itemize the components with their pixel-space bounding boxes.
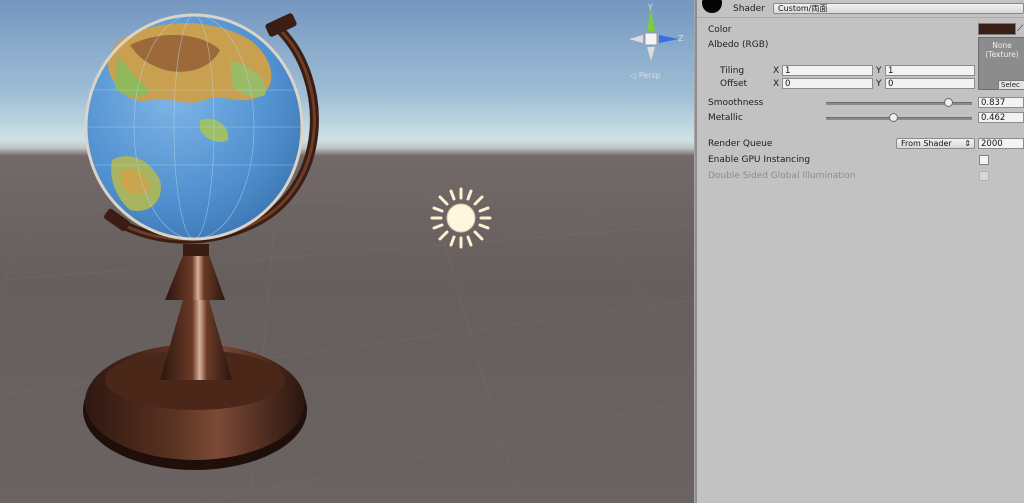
smoothness-slider-handle[interactable] [944, 98, 954, 107]
shader-header: Shader Custom/両面 [697, 0, 1024, 18]
smoothness-label: Smoothness [708, 98, 764, 108]
material-inspector: Shader Custom/両面 Color ⟋ Albedo (RGB) No… [697, 0, 1024, 503]
metallic-label: Metallic [708, 113, 743, 123]
smoothness-value: 0.837 [981, 98, 1006, 108]
orientation-gizmo[interactable] [629, 9, 679, 61]
metallic-slider-handle[interactable] [889, 113, 899, 122]
scene-view[interactable]: Y Z ◁ Persp [0, 0, 694, 503]
offset-x-field[interactable]: 0 [782, 78, 873, 89]
metallic-value: 0.462 [981, 113, 1006, 123]
shader-label: Shader [733, 4, 765, 14]
projection-mode-label[interactable]: ◁ Persp [630, 71, 661, 80]
material-preview-ball [702, 0, 722, 13]
tiling-label: Tiling [720, 66, 745, 76]
scene-canvas[interactable] [0, 0, 694, 503]
eyedropper-icon[interactable]: ⟋ [1017, 24, 1023, 34]
color-swatch[interactable] [978, 23, 1016, 35]
offset-y-label: Y [876, 79, 882, 89]
tiling-x-label: X [773, 66, 780, 76]
directional-light-icon[interactable] [430, 187, 492, 249]
smoothness-field[interactable]: 0.837 [978, 97, 1024, 108]
render-queue-value: 2000 [981, 139, 1003, 149]
shader-dropdown-value: Custom/両面 [778, 4, 828, 13]
offset-x-label: X [773, 79, 780, 89]
shader-dropdown[interactable]: Custom/両面 [773, 3, 1024, 14]
color-label: Color [708, 25, 732, 35]
tiling-y-label: Y [876, 66, 882, 76]
render-queue-dropdown-value: From Shader [901, 139, 952, 148]
texture-select-button[interactable]: Selec [998, 80, 1024, 90]
double-sided-gi-label: Double Sided Global Illumination [708, 171, 856, 181]
double-sided-gi-checkbox[interactable] [979, 171, 989, 181]
tiling-y-field[interactable]: 1 [885, 65, 975, 76]
dropdown-arrows-icon: ⇕ [964, 139, 971, 148]
gpu-instancing-label: Enable GPU Instancing [708, 155, 811, 165]
globe-model[interactable] [83, 12, 319, 470]
offset-x-value: 0 [785, 79, 791, 89]
gpu-instancing-checkbox[interactable] [979, 155, 989, 165]
render-queue-dropdown[interactable]: From Shader ⇕ [896, 138, 975, 149]
gizmo-y-label: Y [648, 3, 653, 12]
render-queue-label: Render Queue [708, 139, 773, 149]
metallic-slider[interactable] [826, 117, 972, 120]
ground-grid [0, 159, 694, 503]
texture-slot-text: None (Texture) [985, 41, 1019, 59]
tiling-x-field[interactable]: 1 [782, 65, 873, 76]
albedo-label: Albedo (RGB) [708, 40, 769, 50]
tiling-x-value: 1 [785, 66, 791, 76]
offset-y-field[interactable]: 0 [885, 78, 975, 89]
gizmo-z-label: Z [678, 34, 684, 43]
render-queue-field[interactable]: 2000 [978, 138, 1024, 149]
offset-y-value: 0 [888, 79, 894, 89]
texture-select-label: Selec [1001, 81, 1020, 89]
metallic-field[interactable]: 0.462 [978, 112, 1024, 123]
offset-label: Offset [720, 79, 748, 89]
tiling-y-value: 1 [888, 66, 894, 76]
